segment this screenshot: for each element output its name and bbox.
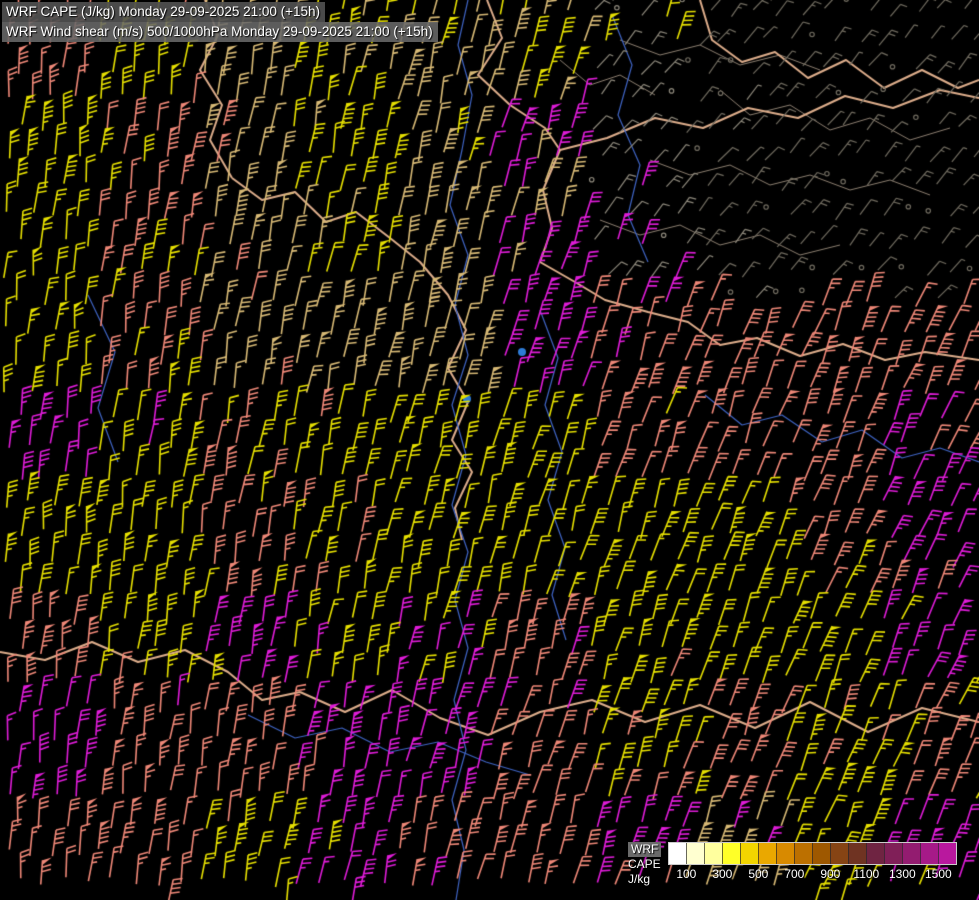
legend-tick-label: 100: [676, 867, 696, 881]
legend-swatch: [704, 843, 722, 864]
legend-variable-label: CAPE: [628, 857, 661, 872]
legend-swatch: [902, 843, 920, 864]
legend-swatch: [830, 843, 848, 864]
legend-tick-label: 1500: [925, 867, 952, 881]
legend-tick-label: 1100: [853, 867, 879, 881]
map-title-wind-shear: WRF Wind shear (m/s) 500/1000hPa Monday …: [2, 22, 438, 42]
legend-labels: WRF CAPE J/kg: [628, 842, 661, 887]
legend-tick-row: 100 300 500 700 900 1100 1300 1500: [668, 867, 957, 881]
legend-swatch: [686, 843, 704, 864]
legend-tick-label: 900: [820, 867, 840, 881]
map-title-cape: WRF CAPE (J/kg) Monday 29-09-2025 21:00 …: [2, 2, 325, 22]
legend-swatch: [920, 843, 938, 864]
weather-map-stage: WRF CAPE (J/kg) Monday 29-09-2025 21:00 …: [0, 0, 979, 900]
legend-swatch: [848, 843, 866, 864]
legend-swatch: [740, 843, 758, 864]
cape-legend: WRF CAPE J/kg 100 300 500 700 900 1100 1300 150…: [628, 842, 957, 887]
legend-swatch: [722, 843, 740, 864]
map-title-block: WRF CAPE (J/kg) Monday 29-09-2025 21:00 …: [2, 2, 438, 42]
legend-model-label: WRF: [628, 842, 661, 857]
legend-swatch: [758, 843, 776, 864]
legend-swatch: [669, 843, 686, 864]
legend-tick-label: 1300: [889, 867, 916, 881]
legend-unit-label: J/kg: [628, 872, 650, 887]
legend-colorbar-wrap: 100 300 500 700 900 1100 1300 1500: [668, 842, 957, 881]
wrf-map-canvas: [0, 0, 979, 900]
legend-swatch: [776, 843, 794, 864]
legend-swatch: [812, 843, 830, 864]
legend-tick-label: 300: [712, 867, 732, 881]
legend-tick-label: 700: [784, 867, 804, 881]
legend-swatch: [794, 843, 812, 864]
legend-swatch: [866, 843, 884, 864]
legend-swatch: [884, 843, 902, 864]
legend-tick-label: 500: [748, 867, 768, 881]
legend-colorbar: [668, 842, 957, 865]
legend-swatch: [938, 843, 956, 864]
